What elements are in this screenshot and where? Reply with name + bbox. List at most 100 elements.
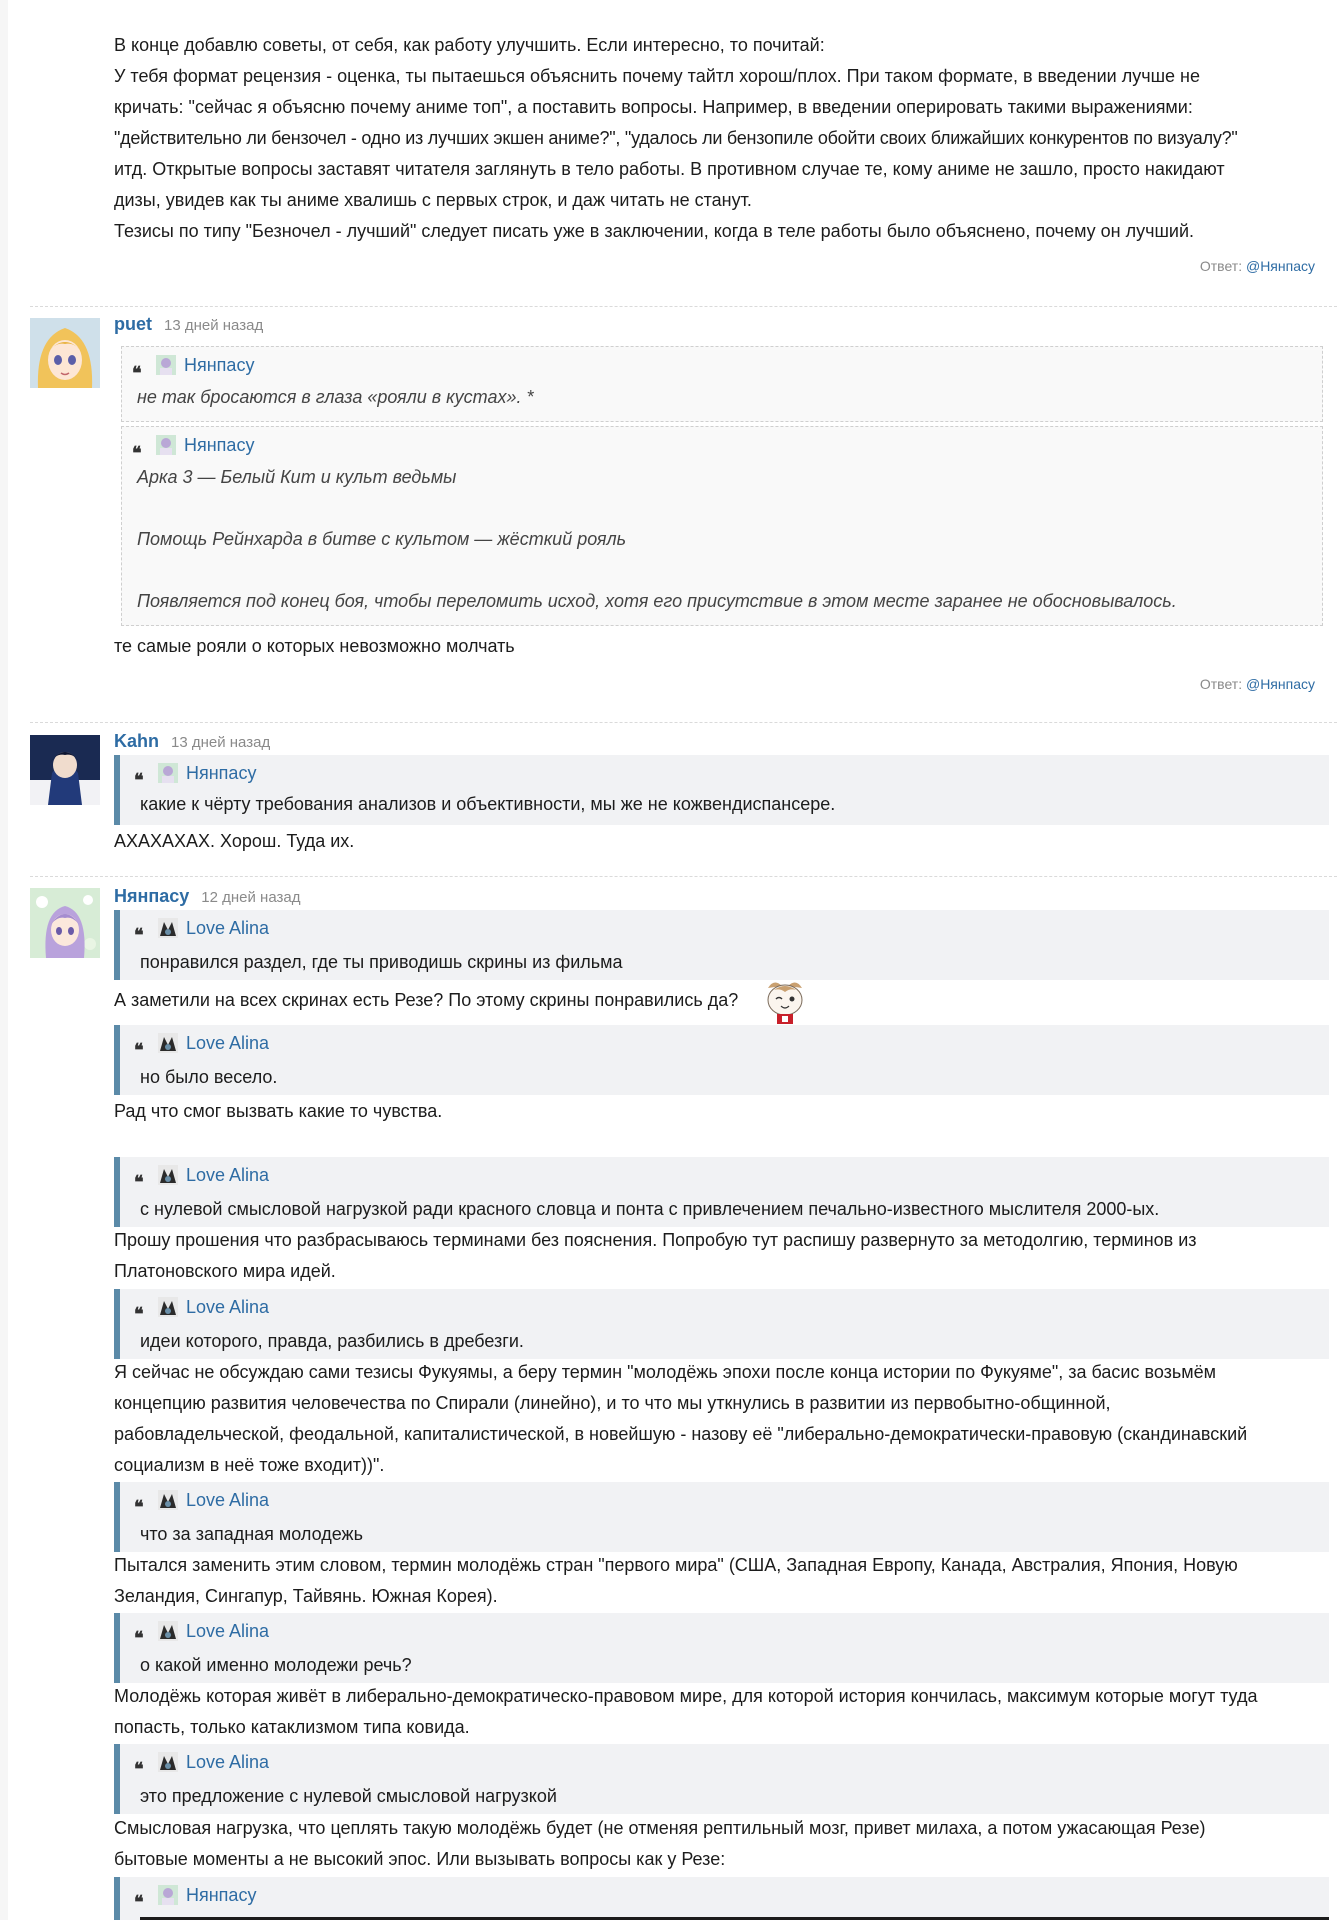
user-avatar-icon: [156, 435, 176, 455]
user-avatar-icon: [158, 918, 178, 938]
user-avatar-icon: [158, 1621, 178, 1641]
user-avatar-icon: [158, 1490, 178, 1510]
reply-to: Ответ: @Нянпасу: [1200, 258, 1315, 274]
comment-line: дизы, увидев как ты аниме хвалишь с перв…: [114, 190, 752, 210]
comment-date: 12 дней назад: [201, 889, 301, 906]
comment-date: 13 дней назад: [164, 317, 264, 334]
quote-mark-icon: ❛❛: [134, 1628, 144, 1648]
comment-line: итд. Открытые вопросы заставят читателя …: [114, 159, 1225, 179]
comment-text: Смысловая нагрузка, что цеплять такую мо…: [114, 1818, 1206, 1838]
quote-text: что за западная молодежь: [140, 1524, 363, 1544]
left-gutter: [0, 0, 8, 1920]
smiley-sticker-icon: [767, 982, 803, 1024]
quote-author-link[interactable]: Нянпасу: [186, 763, 256, 784]
avatar[interactable]: [30, 888, 100, 958]
comment-text: бытовые моменты а не высокий эпос. Или в…: [114, 1849, 726, 1869]
comment-text: А заметили на всех скринах есть Резе? По…: [114, 990, 739, 1010]
quote-mark-icon: ❛❛: [134, 925, 144, 945]
quote-block: ❛❛ Love Alina это предложение с нулевой …: [114, 1744, 1329, 1814]
avatar-nyanpasu-image: [30, 888, 100, 958]
quote-block: ❛❛ Love Alina идеи которого, правда, раз…: [114, 1289, 1329, 1359]
comment-text: концепцию развития человечества по Спира…: [114, 1393, 1111, 1413]
quote-block: ❛❛ Love Alina понравился раздел, где ты …: [114, 910, 1329, 980]
quote-text: Помощь Рейнхарда в битве с культом — жёс…: [137, 529, 627, 549]
comment-text: Я сейчас не обсуждаю сами тезисы Фукуямы…: [114, 1362, 1217, 1382]
comment-text: Зеландия, Сингапур, Тайвянь. Южная Корея…: [114, 1586, 498, 1606]
avatar-puet-image: [30, 318, 100, 388]
quote-text: не так бросаются в глаза «рояли в кустах…: [137, 387, 534, 407]
reply-user-link[interactable]: @Нянпасу: [1246, 676, 1315, 692]
quote-block: ❛❛ Нянпасу: [114, 1877, 1329, 1920]
quote-text: Арка 3 — Белый Кит и культ ведьмы: [137, 467, 457, 487]
quote-text: Появляется под конец боя, чтобы переломи…: [137, 591, 1177, 611]
comment-header: Нянпасу 12 дней назад: [114, 886, 301, 908]
quote-block: ❛❛ Love Alina о какой именно молодежи ре…: [114, 1613, 1329, 1683]
quote-block: ❛❛ Нянпасу не так бросаются в глаза «роя…: [121, 346, 1323, 422]
avatar-kahn-image: [30, 735, 100, 805]
comment-header: puet 13 дней назад: [114, 314, 263, 336]
quote-mark-icon: ❛❛: [134, 1040, 144, 1060]
avatar[interactable]: [30, 318, 100, 388]
user-avatar-icon: [158, 763, 178, 783]
comment-line: "действительно ли бензочел - одно из луч…: [114, 128, 1238, 148]
comment-text: Прошу прошения что разбрасываюсь термина…: [114, 1230, 1197, 1250]
comment-line: У тебя формат рецензия - оценка, ты пыта…: [114, 66, 1201, 86]
quote-mark-icon: ❛❛: [134, 1497, 144, 1517]
quote-author-link[interactable]: Нянпасу: [184, 435, 254, 456]
quote-text: о какой именно молодежи речь?: [140, 1655, 412, 1675]
user-avatar-icon: [158, 1752, 178, 1772]
quote-text: но было весело.: [140, 1067, 278, 1087]
quote-mark-icon: ❛❛: [134, 1304, 144, 1324]
quote-mark-icon: ❛❛: [134, 770, 144, 790]
quote-block: ❛❛ Love Alina что за западная молодежь: [114, 1482, 1329, 1552]
reply-to: Ответ: @Нянпасу: [1200, 676, 1315, 692]
comment-line: Тезисы по типу "Безночел - лучший" следу…: [114, 221, 1195, 241]
comment-text: рабовладельческой, феодальной, капиталис…: [114, 1424, 1248, 1444]
quote-mark-icon: ❛❛: [132, 443, 142, 463]
username-link[interactable]: puet: [114, 314, 152, 334]
user-avatar-icon: [158, 1033, 178, 1053]
comment-body-top: В конце добавлю советы, от себя, как раб…: [114, 30, 1324, 247]
comment-text: Молодёжь которая живёт в либерально-демо…: [114, 1686, 1258, 1706]
quote-author-link[interactable]: Нянпасу: [184, 355, 254, 376]
comment-text: попасть, только катаклизмом типа ковида.: [114, 1717, 470, 1737]
user-avatar-icon: [156, 355, 176, 375]
user-avatar-icon: [158, 1165, 178, 1185]
comment-line: В конце добавлю советы, от себя, как раб…: [114, 35, 825, 55]
quote-text: идеи которого, правда, разбились в дребе…: [140, 1331, 524, 1351]
quote-text: с нулевой смысловой нагрузкой ради красн…: [140, 1199, 1160, 1219]
quote-mark-icon: ❛❛: [132, 363, 142, 383]
avatar[interactable]: [30, 735, 100, 805]
reply-user-link[interactable]: @Нянпасу: [1246, 258, 1315, 274]
reply-prefix: Ответ:: [1199, 676, 1243, 692]
comment-text: АХАХАХАХ. Хорош. Туда их.: [114, 831, 355, 851]
username-link[interactable]: Kahn: [114, 731, 159, 751]
user-avatar-icon: [158, 1885, 178, 1905]
quote-author-link[interactable]: Love Alina: [186, 918, 269, 939]
user-avatar-icon: [158, 1297, 178, 1317]
comment-text: Платоновского мира идей.: [114, 1261, 336, 1281]
comment-line: кричать: "сейчас я объясню почему аниме …: [114, 97, 1193, 117]
comment-text: Пытался заменить этим словом, термин мол…: [114, 1555, 1238, 1575]
quote-mark-icon: ❛❛: [134, 1892, 144, 1912]
quote-block: ❛❛ Love Alina но было весело.: [114, 1025, 1329, 1095]
quote-author-link[interactable]: Love Alina: [186, 1621, 269, 1642]
quote-author-link[interactable]: Love Alina: [186, 1297, 269, 1318]
comment-text-row: А заметили на всех скринах есть Резе? По…: [114, 985, 738, 1016]
quote-mark-icon: ❛❛: [134, 1172, 144, 1192]
quote-block: ❛❛ Нянпасу какие к чёрту требования анал…: [114, 755, 1329, 825]
quote-author-link[interactable]: Love Alina: [186, 1165, 269, 1186]
quote-mark-icon: ❛❛: [134, 1759, 144, 1779]
comment-divider: [30, 722, 1337, 723]
quote-block: ❛❛ Love Alina с нулевой смысловой нагруз…: [114, 1157, 1329, 1227]
quote-author-link[interactable]: Love Alina: [186, 1033, 269, 1054]
comment-divider: [30, 876, 1337, 877]
quote-author-link[interactable]: Love Alina: [186, 1752, 269, 1773]
comment-date: 13 дней назад: [171, 734, 271, 751]
quote-author-link[interactable]: Нянпасу: [186, 1885, 256, 1906]
username-link[interactable]: Нянпасу: [114, 886, 189, 906]
reply-prefix: Ответ:: [1199, 258, 1243, 274]
quote-text: это предложение с нулевой смысловой нагр…: [140, 1786, 557, 1806]
comment-header: Kahn 13 дней назад: [114, 731, 270, 753]
quote-author-link[interactable]: Love Alina: [186, 1490, 269, 1511]
